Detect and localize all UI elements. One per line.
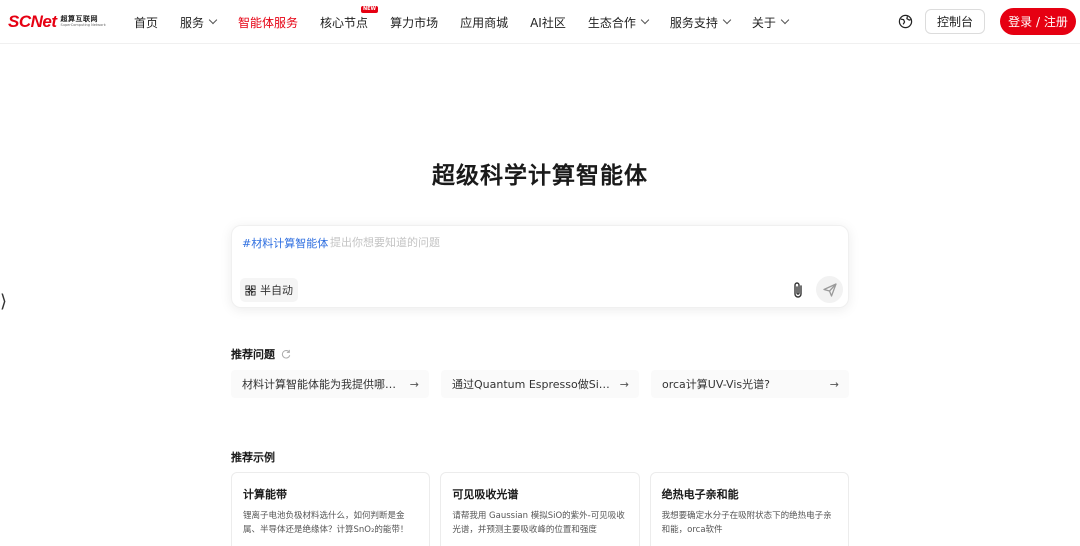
refresh-icon[interactable] (281, 349, 291, 359)
nav-item-label: 生态合作 (587, 15, 636, 30)
recommend-questions-label: 推荐问题 (231, 348, 275, 361)
console-button[interactable]: 控制台 (925, 9, 985, 34)
nav-item-label: 算力市场 (390, 15, 439, 30)
recommend-examples-label: 推荐示例 (231, 451, 275, 464)
recommend-questions-title: 推荐问题 (231, 346, 291, 362)
question-input[interactable] (330, 231, 830, 253)
page-title: 超级科学计算智能体 (432, 163, 648, 189)
main-nav: 首页 服务 智能体服务 核心节点 NEW 算力市场 应用商城 AI社区 生态合作 服务支持 关于 (134, 0, 790, 44)
nav-item-0[interactable]: 首页 (134, 14, 158, 31)
example-card[interactable]: 绝热电子亲和能我想要确定水分子在吸附状态下的绝热电子亲和能，orca软件 (649, 472, 849, 546)
sidebar-expand-handle[interactable]: ⟩ (0, 293, 7, 311)
example-title: 可见吸收光谱 (452, 488, 519, 501)
recommended-question[interactable]: 材料计算智能体能为我提供哪些… → (231, 370, 429, 398)
nav-item-label: 服务支持 (669, 15, 718, 30)
nav-item-3[interactable]: 核心节点 NEW (320, 5, 379, 31)
top-navbar: SCNet 超算互联网 SuperComputing Network 首页 服务 智… (0, 0, 1080, 44)
example-title: 计算能带 (243, 488, 287, 501)
new-badge: NEW (360, 5, 379, 13)
chat-input-box: #材料计算智能体 半自动 (231, 225, 849, 308)
nav-item-6[interactable]: AI社区 (530, 14, 566, 31)
paperclip-icon[interactable] (790, 281, 806, 299)
nav-item-8[interactable]: 服务支持 (669, 14, 732, 31)
nav-item-7[interactable]: 生态合作 (587, 14, 650, 31)
example-card[interactable]: 计算能带锂离子电池负极材料选什么，如何判断是金属、半导体还是绝缘体？计算SnO₂… (231, 472, 431, 546)
example-description: 锂离子电池负极材料选什么，如何判断是金属、半导体还是绝缘体？计算SnO₂的能带！ (243, 511, 409, 535)
question-text: orca计算UV-Vis光谱? (662, 378, 770, 391)
arrow-right-icon: → (409, 377, 419, 391)
nav-item-label: 智能体服务 (238, 15, 299, 30)
nav-item-2[interactable]: 智能体服务 (238, 14, 298, 31)
scnet-logo[interactable]: SCNet 超算互联网 SuperComputing Network (8, 11, 106, 33)
agent-tag[interactable]: #材料计算智能体 (242, 235, 328, 251)
chevron-down-icon (722, 15, 732, 25)
nav-item-9[interactable]: 关于 (751, 14, 790, 31)
mode-toggle-button[interactable]: 半自动 (240, 278, 298, 302)
example-title: 绝热电子亲和能 (661, 488, 739, 501)
nav-item-4[interactable]: 算力市场 (390, 14, 438, 31)
logo-text: 超算互联网 SuperComputing Network (61, 16, 106, 28)
nav-item-label: 服务 (180, 15, 205, 30)
question-text: 通过Quantum Espresso做Si晶体… (452, 378, 614, 391)
arrow-right-icon: → (619, 377, 629, 391)
recommended-question[interactable]: 通过Quantum Espresso做Si晶体… → (441, 370, 639, 398)
chevron-down-icon (208, 15, 218, 25)
send-icon (822, 282, 837, 297)
recommended-examples: 计算能带锂离子电池负极材料选什么，如何判断是金属、半导体还是绝缘体？计算SnO₂… (231, 472, 849, 546)
send-button[interactable] (816, 276, 843, 303)
nav-item-label: AI社区 (530, 15, 566, 30)
chevron-down-icon (640, 15, 650, 25)
question-text: 材料计算智能体能为我提供哪些… (242, 378, 404, 391)
nav-item-label: 关于 (751, 15, 776, 30)
arrow-right-icon: → (829, 377, 839, 391)
recommended-questions: 材料计算智能体能为我提供哪些…→通过Quantum Espresso做Si晶体…… (231, 370, 849, 398)
logo-en: SuperComputing Network (60, 23, 106, 28)
login-register-button[interactable]: 登录 / 注册 (1000, 8, 1076, 35)
recommend-examples-title: 推荐示例 (231, 449, 275, 465)
nav-item-label: 首页 (134, 15, 159, 30)
example-description: 请帮我用 Gaussian 模拟SiO的紫外-可见吸收光谱，并预测主要吸收峰的位… (452, 511, 625, 535)
example-description: 我想要确定水分子在吸附状态下的绝热电子亲和能，orca软件 (661, 511, 832, 535)
semi-auto-icon (245, 284, 256, 296)
nav-item-1[interactable]: 服务 (180, 14, 218, 31)
nav-item-label: 应用商城 (460, 15, 509, 30)
nav-item-label: 核心节点 (320, 15, 369, 30)
example-card[interactable]: 可见吸收光谱请帮我用 Gaussian 模拟SiO的紫外-可见吸收光谱，并预测主… (440, 472, 640, 546)
logo-mark: SCNet (8, 12, 57, 31)
chevron-down-icon (780, 15, 790, 25)
recommended-question[interactable]: orca计算UV-Vis光谱? → (651, 370, 849, 398)
nav-item-5[interactable]: 应用商城 (460, 14, 508, 31)
logo-cn: 超算互联网 (60, 15, 99, 24)
globe-icon[interactable] (898, 14, 913, 29)
mode-label: 半自动 (260, 284, 293, 297)
